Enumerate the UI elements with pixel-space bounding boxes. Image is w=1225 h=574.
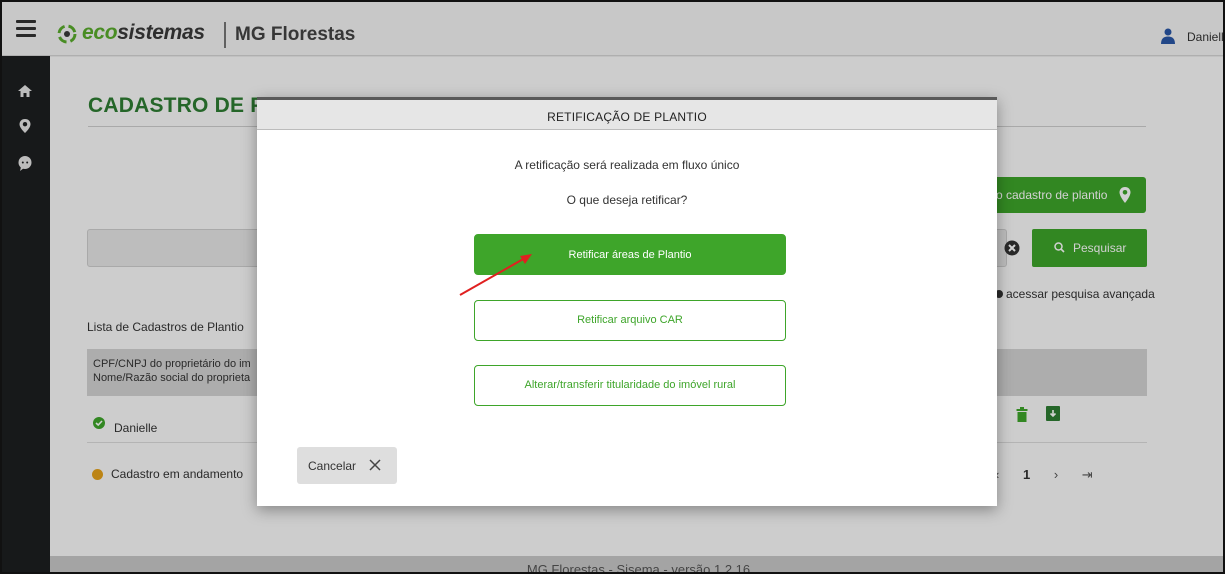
dialog-message: A retificação será realizada em fluxo ún… <box>514 158 740 172</box>
cancel-button-label: Cancelar <box>308 459 357 473</box>
rectification-dialog: RETIFICAÇÃO DE PLANTIO A retificação ser… <box>257 97 997 506</box>
transfer-ownership-button[interactable]: Alterar/transferir titularidade do imóve… <box>474 365 786 406</box>
app-window: ecosistemas MG Florestas Danielle CADAST… <box>0 0 1225 574</box>
cancel-button[interactable]: Cancelar <box>297 447 397 484</box>
rectify-planting-areas-button[interactable]: Retificar áreas de Plantio <box>474 234 786 275</box>
dialog-question: O que deseja retificar? <box>566 193 688 207</box>
rectify-car-file-button[interactable]: Retificar arquivo CAR <box>474 300 786 341</box>
dialog-title: RETIFICAÇÃO DE PLANTIO <box>257 100 997 130</box>
close-icon <box>369 459 381 471</box>
